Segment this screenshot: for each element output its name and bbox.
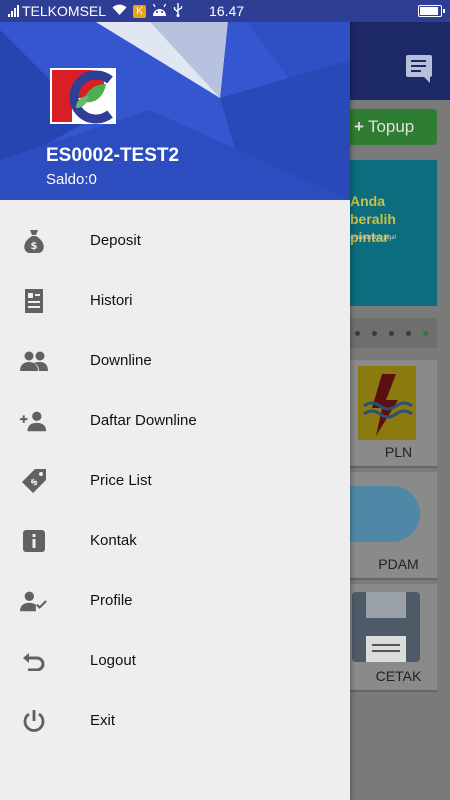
- menu-item-kontak[interactable]: Kontak: [0, 510, 350, 570]
- drawer-header: ES0002-TEST2 Saldo:0: [0, 0, 350, 200]
- tile-label: PDAM: [378, 556, 419, 572]
- battery-icon: [418, 5, 445, 17]
- printer-icon: [352, 592, 420, 662]
- message-icon: [406, 55, 432, 83]
- app-logo: [50, 68, 116, 124]
- menu-label: Kontak: [90, 531, 137, 549]
- navigation-drawer: ES0002-TEST2 Saldo:0 $ Deposit Histori D…: [0, 0, 350, 800]
- person-add-icon: [20, 407, 48, 435]
- tile-pln: PLN: [350, 360, 437, 468]
- background-app: + Topup Anda beralih pintar ar sekarang j…: [350, 0, 450, 800]
- tile-label: CETAK: [375, 668, 422, 684]
- svg-text:$: $: [31, 241, 38, 252]
- menu-label: Histori: [90, 291, 133, 309]
- menu-item-exit[interactable]: Exit: [0, 690, 350, 750]
- signal-icon: [8, 5, 19, 17]
- menu-label: Profile: [90, 591, 133, 609]
- tile-cetak: CETAK: [350, 584, 437, 692]
- menu-item-price-list[interactable]: $ Price List: [0, 450, 350, 510]
- carousel-dots: [350, 318, 437, 348]
- promo-banner: Anda beralih pintar ar sekarang juga!: [350, 160, 437, 306]
- app-bar: [350, 22, 450, 100]
- wifi-icon: [112, 4, 127, 19]
- people-icon: [20, 347, 48, 375]
- menu-label: Price List: [90, 471, 152, 489]
- money-bag-icon: $: [20, 227, 48, 255]
- menu-label: Daftar Downline: [90, 411, 197, 429]
- menu-label: Deposit: [90, 231, 141, 249]
- menu-item-deposit[interactable]: $ Deposit: [0, 210, 350, 270]
- balance-text: Saldo:0: [46, 171, 97, 188]
- person-check-icon: [20, 587, 48, 615]
- pln-logo-icon: [358, 366, 416, 440]
- menu-label: Logout: [90, 651, 136, 669]
- clock: 16.47: [209, 3, 245, 19]
- undo-arrow-icon: [20, 647, 48, 675]
- menu-item-downline[interactable]: Downline: [0, 330, 350, 390]
- android-icon: [152, 3, 167, 20]
- usb-icon: [173, 2, 183, 20]
- notification-badge: K: [133, 4, 147, 18]
- banner-subtext: ar sekarang juga!: [350, 235, 397, 241]
- power-icon: [20, 707, 48, 735]
- menu-item-logout[interactable]: Logout: [0, 630, 350, 690]
- document-list-icon: [20, 287, 48, 315]
- status-bar: TELKOMSEL K 16.47: [0, 0, 450, 22]
- carrier-label: TELKOMSEL: [22, 3, 107, 19]
- topup-button: + Topup: [350, 109, 437, 145]
- price-tag-icon: $: [20, 467, 48, 495]
- info-icon: [20, 527, 48, 555]
- menu-item-daftar-downline[interactable]: Daftar Downline: [0, 390, 350, 450]
- drawer-menu: $ Deposit Histori Downline Daftar Downli…: [0, 210, 350, 750]
- tile-label: PLN: [384, 444, 413, 460]
- tile-pdam: PDAM: [350, 472, 437, 580]
- menu-label: Downline: [90, 351, 152, 369]
- user-id: ES0002-TEST2: [46, 145, 180, 166]
- pdam-logo-icon: [350, 486, 420, 542]
- menu-item-histori[interactable]: Histori: [0, 270, 350, 330]
- menu-item-profile[interactable]: Profile: [0, 570, 350, 630]
- menu-label: Exit: [90, 711, 116, 729]
